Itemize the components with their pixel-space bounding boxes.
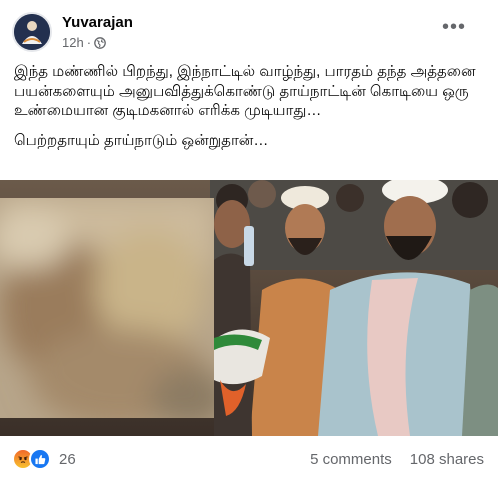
more-options-button[interactable]: ••• (442, 17, 466, 37)
shares-count[interactable]: 108 shares (410, 451, 484, 468)
post-footer: 26 5 comments 108 shares (12, 445, 484, 473)
post-header: Yuvarajan 12h · ••• (12, 12, 488, 56)
post-stats: 5 comments 108 shares (310, 451, 484, 468)
post-paragraph: பெற்றதாயும் தாய்நாடும் ஒன்றுதான்… (14, 131, 269, 149)
post-subline: 12h · (62, 34, 133, 52)
reactions[interactable]: 26 (12, 448, 76, 470)
globe-icon (94, 37, 106, 49)
like-reaction-icon[interactable] (29, 448, 51, 470)
comments-count[interactable]: 5 comments (310, 451, 392, 468)
avatar-image (14, 14, 50, 50)
post-paragraph: இந்த மண்ணில் பிறந்து, இந்நாட்டில் வாழ்ந்… (14, 63, 476, 119)
post-card: Yuvarajan 12h · ••• இந்த மண்ணில் பிறந்து… (0, 0, 498, 486)
post-text: இந்த மண்ணில் பிறந்து, இந்நாட்டில் வாழ்ந்… (14, 62, 486, 150)
post-time[interactable]: 12h (62, 34, 84, 52)
separator-dot: · (86, 35, 92, 50)
reaction-count[interactable]: 26 (59, 451, 76, 468)
post-meta: Yuvarajan 12h · (62, 13, 133, 52)
blurred-image (0, 198, 214, 418)
post-photo[interactable] (0, 180, 498, 436)
avatar[interactable] (12, 12, 52, 52)
author-name[interactable]: Yuvarajan (62, 13, 133, 32)
blurred-region (0, 198, 214, 418)
